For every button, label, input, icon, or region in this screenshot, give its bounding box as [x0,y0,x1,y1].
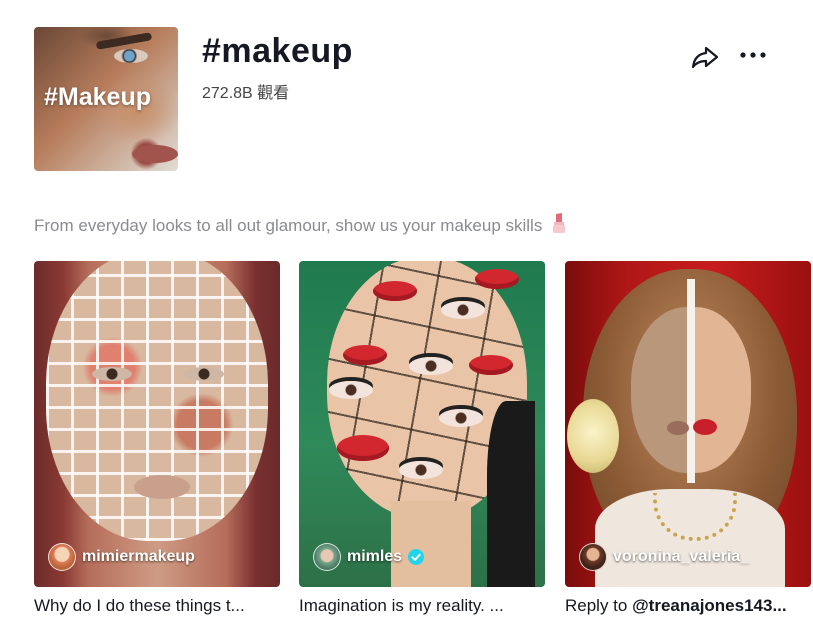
lipstick-emoji-icon [553,213,566,233]
thumb-eye [92,367,132,381]
thumb-eye [329,381,373,399]
cover-lips [132,145,178,163]
video-author-1[interactable]: mimiermakeup [48,543,195,571]
author-avatar [579,543,607,571]
share-arrow-icon [691,46,719,69]
description-text: From everyday looks to all out glamour, … [34,216,543,235]
cover-eye [114,49,148,63]
thumb-mouth [134,475,190,499]
more-options-button[interactable] [738,42,768,72]
thumb-lips [475,269,519,289]
thumb-rose [567,399,619,473]
cover-brow [95,32,153,50]
author-name: mimles [347,548,403,565]
video-caption-3[interactable]: Reply to @treanajones143... [565,596,811,616]
video-thumbnail-1[interactable]: mimiermakeup [34,261,280,587]
video-caption-2[interactable]: Imagination is my reality. ... [299,596,545,616]
thumb-lips [469,355,513,375]
video-card-2[interactable]: mimles Imagination is my reality. ... [299,261,545,616]
video-caption-1[interactable]: Why do I do these things t... [34,596,280,616]
thumb-eye [441,301,485,319]
more-dots-icon [740,52,766,58]
thumb-lips [337,435,389,461]
thumb-lips-red [693,419,717,435]
author-avatar [313,543,341,571]
thumb-eye [409,357,453,375]
thumb-center-stripe [687,279,695,483]
author-name: mimiermakeup [82,548,195,565]
hashtag-cover-image: #Makeup [34,27,178,171]
hashtag-title: #makeup [202,32,353,70]
views-count: 272.8B 觀看 [202,85,290,102]
video-card-1[interactable]: mimiermakeup Why do I do these things t.… [34,261,280,616]
thumb-eye [439,409,483,427]
caption-prefix: Reply to [565,596,633,615]
thumb-hair [487,401,535,587]
video-thumbnail-3[interactable]: voronina_valeria_ [565,261,811,587]
thumb-eye [184,367,224,381]
thumb-lips [373,281,417,301]
thumb-eye [399,461,443,479]
thumb-lips [343,345,387,365]
share-button[interactable] [690,42,720,72]
thumb-face-grid [46,261,268,541]
cover-text: #Makeup [44,83,151,111]
verified-badge-icon [408,549,425,565]
video-thumbnail-2[interactable]: mimles [299,261,545,587]
video-author-2[interactable]: mimles [313,543,425,571]
author-name: voronina_valeria_ [613,548,750,565]
hashtag-description: From everyday looks to all out glamour, … [34,212,567,236]
thumb-lips-aged [667,421,689,435]
video-card-3[interactable]: voronina_valeria_ Reply to @treanajones1… [565,261,811,616]
author-avatar [48,543,76,571]
video-author-3[interactable]: voronina_valeria_ [579,543,749,571]
caption-mention-link[interactable]: @treanajones143... [632,596,787,615]
